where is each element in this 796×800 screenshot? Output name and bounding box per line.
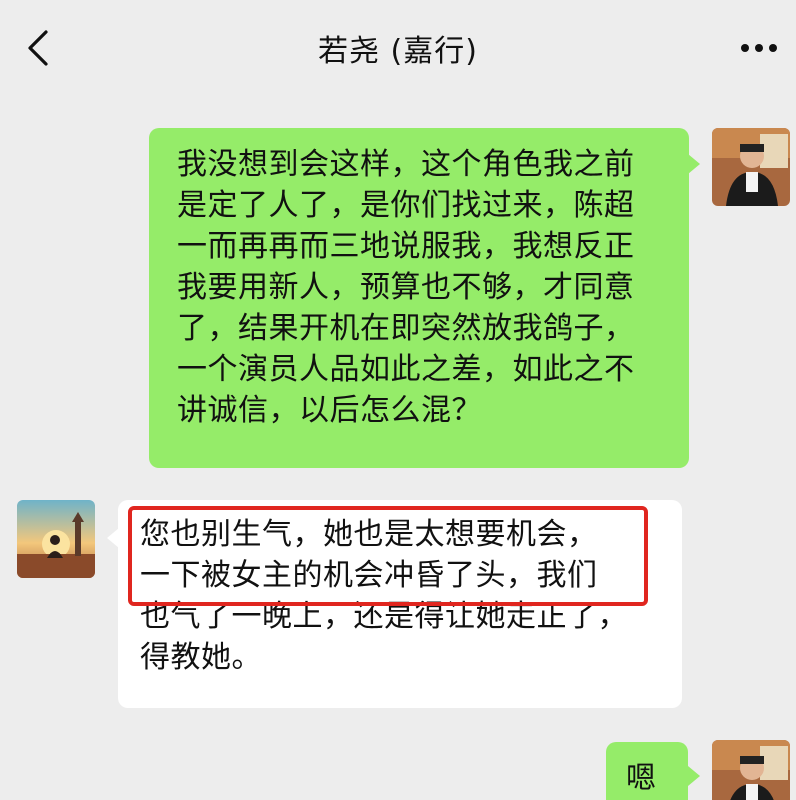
message-line: 我没想到会这样，这个角色我之前 [177,147,635,182]
message-line: 是定了人了，是你们找过来，陈超 [177,188,635,223]
message-bubble-sent-2[interactable]: 嗯 [606,742,688,800]
chat-header: 若尧 (嘉行) [0,0,796,96]
message-line: 一个演员人品如此之差，如此之不 [177,352,635,387]
message-line: 了，结果开机在即突然放我鸽子， [177,311,635,346]
bubble-tail [688,154,700,174]
highlight-annotation-box [128,506,648,606]
bubble-tail [688,766,700,786]
message-bubble-sent-1[interactable]: 我没想到会这样，这个角色我之前 是定了人了，是你们找过来，陈超 一而再再而三地说… [149,128,689,468]
message-line: 讲诚信，以后怎么混？ [177,393,482,428]
avatar[interactable] [712,740,790,800]
avatar[interactable] [17,500,95,578]
message-line: 嗯 [626,761,657,796]
chat-title: 若尧 (嘉行) [318,34,478,69]
message-line: 得教她。 [140,640,262,675]
more-dots-icon[interactable] [736,30,782,66]
message-line: 一而再再而三地说服我，我想反正 [177,229,635,264]
message-line: 我要用新人，预算也不够，才同意 [177,270,635,305]
avatar[interactable] [712,128,790,206]
